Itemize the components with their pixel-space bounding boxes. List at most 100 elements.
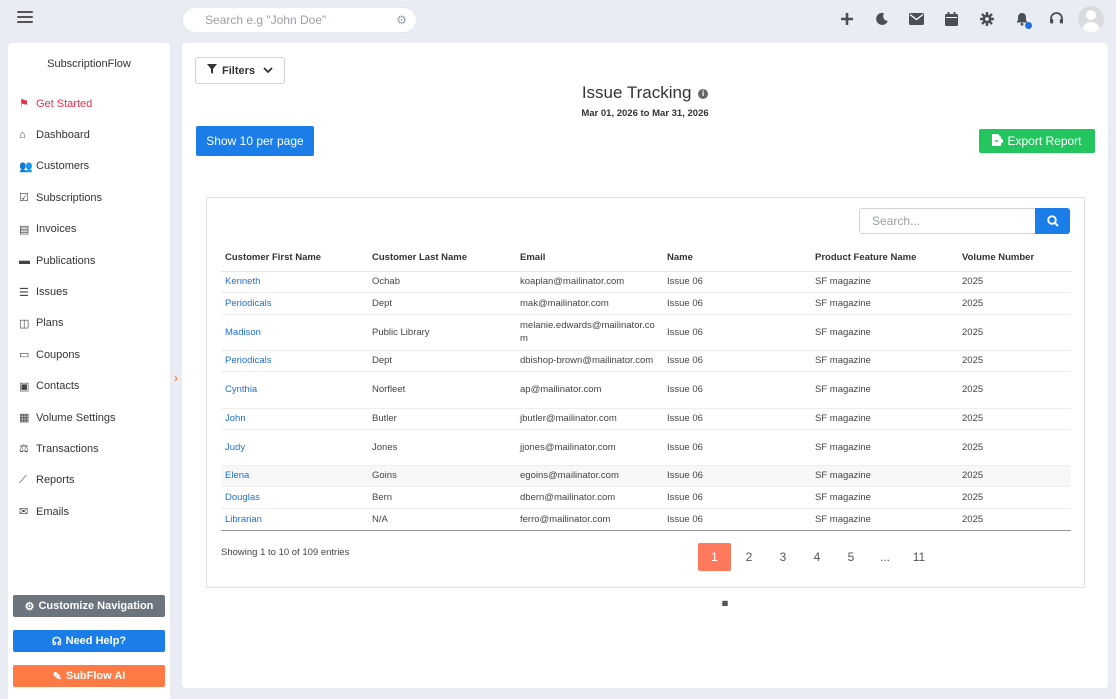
sidebar-item-label: Customers [36,160,90,173]
user-avatar[interactable] [1078,6,1104,32]
sidebar-item-subscriptions[interactable]: ☑ Subscriptions [19,182,116,213]
sidebar-item-issues[interactable]: ☰ Issues [19,276,116,307]
page-button[interactable]: 3 [766,543,800,571]
customize-navigation-label: Customize Navigation [38,600,154,612]
customer-link[interactable]: Librarian [225,514,262,525]
column-header-email[interactable]: Email [516,245,663,272]
sidebar-item-label: Transactions [36,442,99,455]
plus-icon[interactable] [829,6,864,32]
email-cell: jjones@mailinator.com [516,429,663,466]
email-cell: dbishop-brown@mailinator.com [516,350,663,372]
last-name-cell: Dept [368,350,516,372]
moon-icon[interactable] [864,6,899,32]
page-button[interactable]: 11 [902,543,936,571]
customize-navigation-button[interactable]: ⚙ Customize Navigation [13,595,165,617]
sidebar-item-label: Subscriptions [36,191,103,204]
sidebar-item-invoices[interactable]: ▤ Invoices [19,214,116,245]
notification-dot [1025,22,1032,29]
calendar-icon[interactable] [934,6,969,32]
sidebar-collapse-chevron-icon[interactable]: › [170,366,182,390]
issue-name-cell: Issue 06 [663,465,811,487]
page-button[interactable]: 5 [834,543,868,571]
table-search-button[interactable] [1035,208,1070,234]
ticket-icon: ▭ [19,349,30,362]
first-name-cell: Judy [221,429,368,466]
sidebar-item-contacts[interactable]: ▣ Contacts [19,371,116,402]
global-search-input[interactable] [183,8,373,32]
sidebar-item-customers[interactable]: 👥 Customers [19,151,116,182]
column-header-first-name[interactable]: Customer First Name [221,245,368,272]
issue-name-cell: Issue 06 [663,350,811,372]
table-row: Periodicals Dept mak@mailinator.com Issu… [221,292,1071,315]
sidebar-item-get-started[interactable]: ⚑ Get Started [19,88,116,119]
pagination-ellipsis: ... [879,550,890,564]
sidebar-item-label: Emails [36,505,70,518]
page-button[interactable]: 2 [732,543,766,571]
need-help-button[interactable]: ☊ Need Help? [13,630,165,652]
table-row: Douglas Bern dbern@mailinator.com Issue … [221,486,1071,509]
sidebar-item-transactions[interactable]: ⚖ Transactions [19,433,116,464]
notifications-bell-icon[interactable] [1004,6,1039,32]
volume-number-cell: 2025 [958,408,1071,430]
column-header-name[interactable]: Name [663,245,811,272]
issue-name-cell: Issue 06 [663,429,811,466]
customer-link[interactable]: Cynthia [225,384,257,395]
first-name-cell: Madison [221,314,368,351]
menu-toggle-icon[interactable] [17,11,33,25]
product-feature-cell: SF magazine [811,429,958,466]
settings-gear-icon[interactable] [969,6,1004,32]
customer-link[interactable]: Douglas [225,492,260,503]
first-name-cell: Kenneth [221,271,368,293]
product-feature-cell: SF magazine [811,465,958,487]
chart-line-icon: ⟋ [19,473,27,486]
column-header-volume-number[interactable]: Volume Number [958,245,1071,272]
volume-number-cell: 2025 [958,486,1071,509]
subflow-ai-button[interactable]: ✎ SubFlow AI [13,665,165,687]
table-row: Judy Jones jjones@mailinator.com Issue 0… [221,429,1071,466]
top-actions [829,6,1104,32]
page-button-current[interactable]: 1 [698,543,731,571]
issue-name-cell: Issue 06 [663,271,811,293]
sidebar-item-coupons[interactable]: ▭ Coupons [19,339,116,370]
volume-number-cell: 2025 [958,371,1071,409]
customer-link[interactable]: Elena [225,470,249,481]
sidebar-item-emails[interactable]: ✉ Emails [19,496,116,527]
export-report-label: Export Report [1007,134,1082,148]
page-button[interactable]: 4 [800,543,834,571]
sidebar-item-reports[interactable]: ⟋ Reports [19,465,116,496]
list-icon: ☰ [19,286,29,299]
date-range: Mar 01, 2026 to Mar 31, 2026 [581,108,709,119]
last-page-button[interactable]: » [708,588,742,616]
last-name-cell: Goins [368,465,516,487]
customer-link[interactable]: Kenneth [225,276,260,287]
address-card-icon: ▣ [19,380,30,393]
sidebar-item-volume-settings[interactable]: ▦ Volume Settings [19,402,116,433]
calendar-check-icon: ☑ [19,192,29,205]
customer-link[interactable]: Periodicals [225,298,271,309]
sidebar-item-dashboard[interactable]: ⌂ Dashboard [19,119,116,150]
headset-icon[interactable] [1039,6,1074,32]
filter-icon [206,64,217,77]
envelope-icon[interactable] [899,6,934,32]
filters-button[interactable]: Filters [195,57,285,84]
customer-link[interactable]: Periodicals [225,355,271,366]
table-search-input[interactable] [859,208,1035,234]
search-settings-icon[interactable]: ⚙ [396,13,407,27]
sidebar-item-publications[interactable]: ▬ Publications [19,245,116,276]
home-icon: ⌂ [19,129,26,142]
product-feature-cell: SF magazine [811,408,958,430]
last-name-cell: Dept [368,292,516,315]
email-cell: dbern@mailinator.com [516,486,663,509]
export-report-button[interactable]: Export Report [979,129,1095,153]
table-row: John Butler jbutler@mailinator.com Issue… [221,408,1071,430]
volume-number-cell: 2025 [958,271,1071,293]
customer-link[interactable]: Madison [225,327,261,338]
per-page-button[interactable]: Show 10 per page [196,126,314,156]
customer-link[interactable]: John [225,413,246,424]
column-header-product-feature[interactable]: Product Feature Name [811,245,958,272]
customer-link[interactable]: Judy [225,442,245,453]
info-icon[interactable]: i [698,89,709,99]
column-header-last-name[interactable]: Customer Last Name [368,245,516,272]
sidebar-item-plans[interactable]: ◫ Plans [19,308,116,339]
volume-number-cell: 2025 [958,314,1071,351]
